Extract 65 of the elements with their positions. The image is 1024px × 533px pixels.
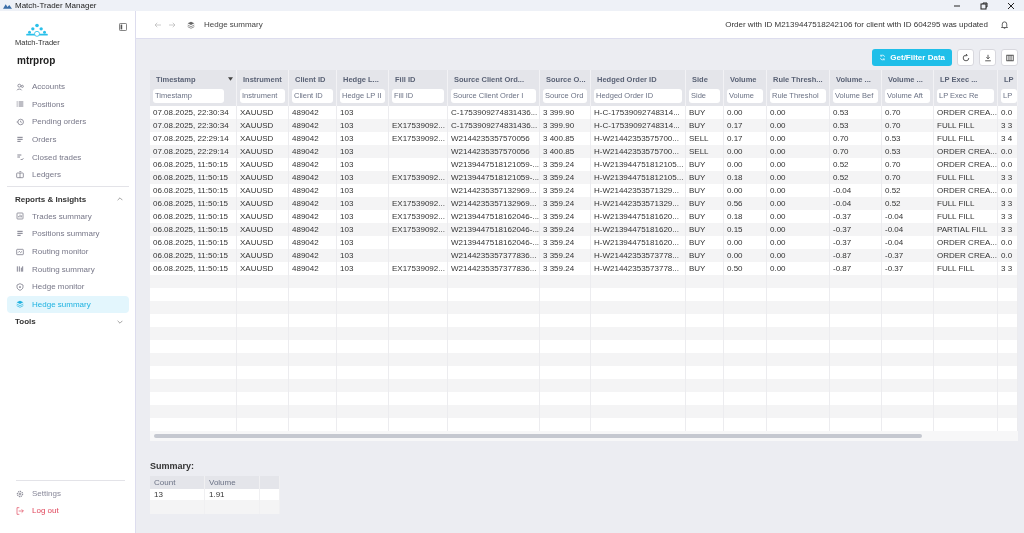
nav-item[interactable]: Log out [7, 502, 129, 519]
download-icon [983, 53, 992, 62]
monitor-icon [16, 247, 24, 256]
sync-icon [879, 54, 887, 61]
table-row[interactable]: 06.08.2025, 11:50:15 XAUUSD 489042 103 EX17539092... W2139447518162046-... 3 359.24 H-W21394475181620... BUY 0.15 0.00 -0.37 -0.04 PARTIAL FILL 3 3 [150, 223, 1018, 236]
logout-icon [16, 506, 24, 515]
scrollbar[interactable] [154, 434, 922, 438]
nav-item[interactable]: Positions [7, 95, 129, 114]
table-row[interactable]: 07.08.2025, 22:30:34 XAUUSD 489042 103 EX17539092... C-1753909274831436... 3 399.90 H-C-17539092748314... BUY 0.17 0.00 0.53 0.70 FULL FILL 3 3 [150, 119, 1018, 132]
notification-text: Order with ID M2139447518242106 for client with ID 604295 was updated [725, 20, 988, 29]
table-row[interactable]: 07.08.2025, 22:30:34 XAUUSD 489042 103 C-1753909274831436... 3 399.90 H-C-17539092748314... BUY 0.00 0.00 0.53 0.70 ORDER CREA... 0.0 [150, 106, 1018, 119]
window-title: Match-Trader Manager [15, 1, 97, 10]
chevron-icon [117, 197, 123, 202]
close-icon[interactable] [1006, 0, 1016, 11]
section-header[interactable]: Tools [7, 313, 129, 331]
account-name: mtrprop [17, 55, 57, 66]
sort-icon[interactable] [228, 77, 233, 81]
document-icon [16, 229, 24, 238]
restore-icon[interactable] [979, 0, 989, 11]
breadcrumb: Hedge summary [204, 20, 263, 29]
table-row[interactable]: 06.08.2025, 11:50:15 XAUUSD 489042 103 EX17539092... W2139447518162046-... 3 359.24 H-W21394475181620... BUY 0.18 0.00 -0.37 -0.04 FULL FILL 3 3 [150, 210, 1018, 223]
app-icon [3, 2, 12, 9]
nav-item[interactable]: Accounts [7, 78, 129, 96]
table-row[interactable]: 06.08.2025, 11:50:15 XAUUSD 489042 103 W2139447518162046-... 3 359.24 H-W21394475181620... BUY 0.00 0.00 -0.37 -0.04 ORDER CREA... 0.0 [150, 236, 1018, 249]
table-row[interactable]: 06.08.2025, 11:50:15 XAUUSD 489042 103 W2139447518121059-... 3 359.24 H-W213944751812105... BUY 0.00 0.00 0.52 0.70 ORDER CREA... 0.0 [150, 158, 1018, 171]
nav-item[interactable]: Settings [7, 485, 129, 502]
table-row[interactable]: 07.08.2025, 22:29:14 XAUUSD 489042 103 EX17539092... W2144235357570056 3 400.85 H-W21442353575700... SELL 0.17 0.00 0.70 0.53 FULL FILL 3 4 [150, 132, 1018, 145]
layers-icon [16, 300, 24, 309]
bell-icon[interactable] [1000, 20, 1009, 29]
table-row[interactable]: 06.08.2025, 11:50:15 XAUUSD 489042 103 EX17539092... W2144235357132969... 3 359.24 H-W21442353571329... BUY 0.56 0.00 -0.04 0.52 FULL FILL 3 3 [150, 197, 1018, 210]
clock-icon [16, 118, 24, 126]
refresh-button[interactable] [957, 49, 974, 66]
logo-icon [24, 23, 51, 38]
table-row[interactable]: 06.08.2025, 11:50:15 XAUUSD 489042 103 EX17539092... W2144235357377836... 3 359.24 H-W21442353573778... BUY 0.50 0.00 -0.87 -0.37 FULL FILL 3 3 [150, 262, 1018, 275]
layers-icon [187, 20, 195, 29]
chart-icon [16, 212, 24, 221]
download-button[interactable] [979, 49, 996, 66]
list-icon [16, 100, 24, 109]
sidebar-toggle-icon[interactable] [119, 23, 127, 31]
bars-icon [16, 265, 24, 274]
columns-icon [1005, 53, 1014, 62]
shield-icon [16, 282, 24, 291]
document-icon [16, 135, 24, 144]
gear-icon [16, 489, 24, 498]
table-row[interactable]: 06.08.2025, 11:50:15 XAUUSD 489042 103 W2144235357132969... 3 359.24 H-W21442353571329... BUY 0.00 0.00 -0.04 0.52 ORDER CREA... 0.0 [150, 184, 1018, 197]
nav-item[interactable]: Hedge monitor [7, 277, 129, 296]
nav-item[interactable]: Positions summary [7, 225, 129, 243]
book-icon [16, 170, 24, 179]
chevron-icon [117, 319, 123, 324]
nav-item[interactable]: Trades summary [7, 207, 129, 226]
refresh-icon [961, 53, 970, 62]
table-row[interactable]: 06.08.2025, 11:50:15 XAUUSD 489042 103 W2144235357377836... 3 359.24 H-W21442353573778... BUY 0.00 0.00 -0.87 -0.37 ORDER CREA... 0.0 [150, 249, 1018, 262]
nav-item[interactable]: Ledgers [7, 165, 129, 184]
nav-item[interactable]: Pending orders [7, 113, 129, 131]
users-icon [16, 82, 24, 91]
nav-item[interactable]: Orders [7, 130, 129, 149]
checklist-icon [16, 153, 24, 162]
section-header[interactable]: Reports & Insights [7, 190, 129, 208]
nav-item[interactable]: Routing summary [7, 260, 129, 278]
table-row[interactable]: 07.08.2025, 22:29:14 XAUUSD 489042 103 W2144235357570056 3 400.85 H-W21442353575700... SELL 0.00 0.00 0.70 0.53 ORDER CREA... 0.0 [150, 145, 1018, 158]
columns-button[interactable] [1001, 49, 1018, 66]
nav-item[interactable]: Routing monitor [7, 242, 129, 261]
nav-item[interactable]: Closed trades [7, 148, 129, 166]
table-row[interactable]: 06.08.2025, 11:50:15 XAUUSD 489042 103 EX17539092... W2139447518121059-... 3 359.24 H-W213944751812105... BUY 0.18 0.00 0.52 0.70 FULL FILL 3 3 [150, 171, 1018, 184]
summary-title: Summary: [150, 461, 195, 471]
